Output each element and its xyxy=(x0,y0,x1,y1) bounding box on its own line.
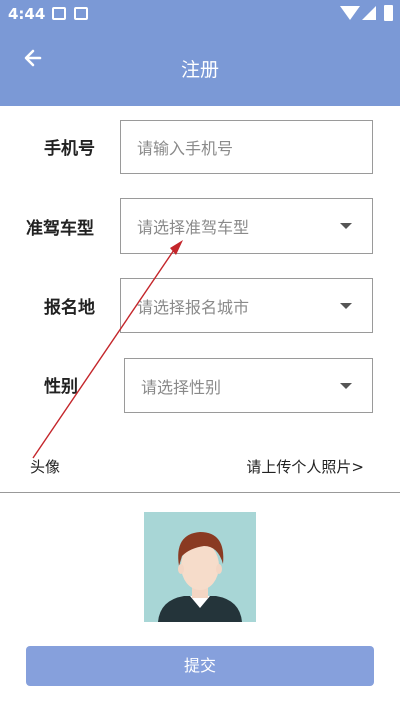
annotation-arrow xyxy=(32,240,183,459)
